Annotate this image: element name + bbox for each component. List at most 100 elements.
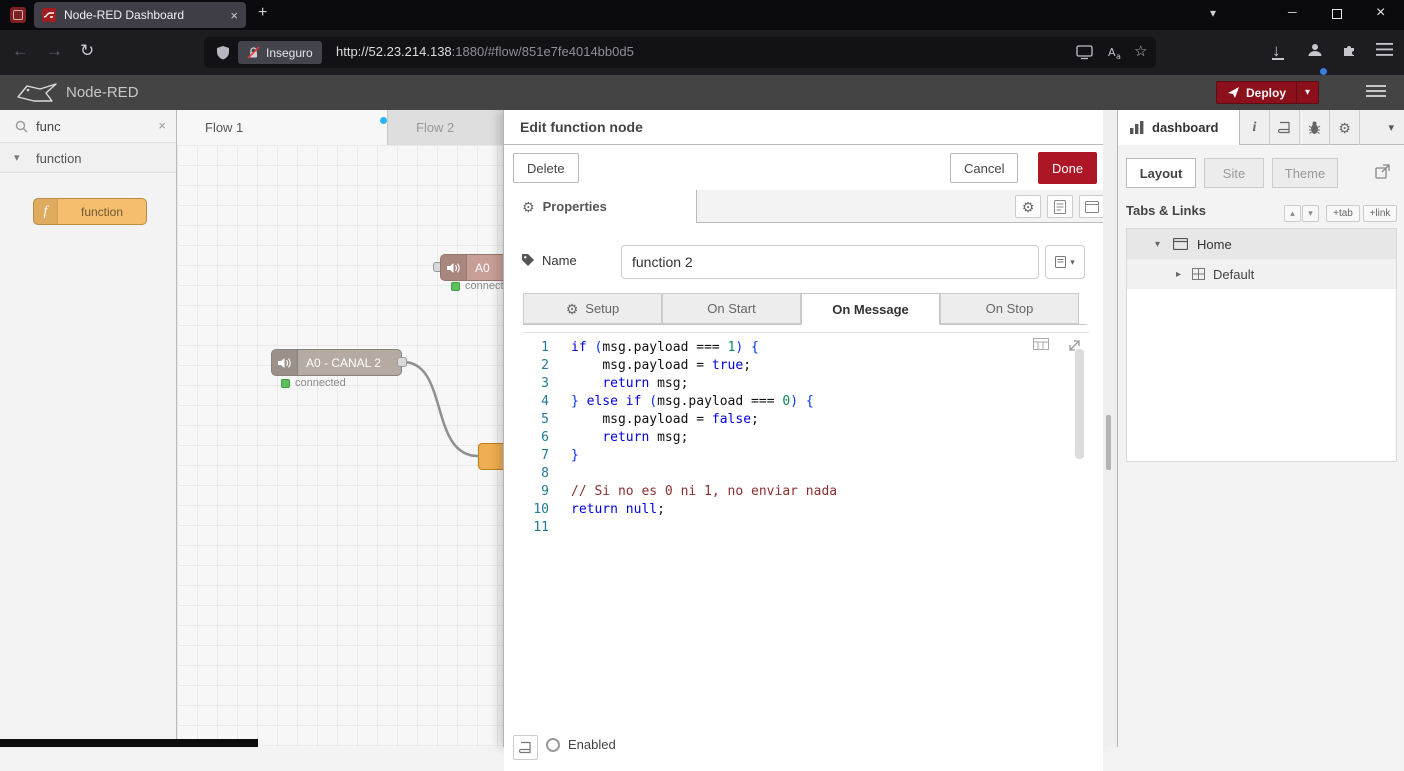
splitter-handle[interactable]: [1106, 415, 1111, 470]
code-text: return msg;: [571, 429, 688, 447]
editor-scrollbar[interactable]: [1075, 349, 1084, 459]
expand-chevron-icon[interactable]: ▸: [1176, 269, 1181, 280]
collapse-chevron-icon[interactable]: ▾: [1155, 239, 1160, 250]
move-down-button[interactable]: ▾: [1302, 205, 1319, 222]
translate-icon[interactable]: Aa: [1106, 44, 1123, 60]
bar-chart-icon: [1130, 121, 1144, 134]
library-button[interactable]: [513, 735, 538, 760]
palette-search[interactable]: func ×: [0, 110, 176, 143]
delete-button[interactable]: Delete: [513, 153, 579, 183]
category-chevron-icon[interactable]: ▾: [14, 151, 20, 164]
menu-hamburger-icon[interactable]: [1376, 43, 1393, 56]
forward-icon[interactable]: →: [46, 41, 63, 61]
tab-setup[interactable]: ⚙ Setup: [523, 293, 662, 324]
node-settings-button[interactable]: ⚙: [1015, 195, 1041, 218]
code-line[interactable]: 8: [523, 465, 1069, 483]
window-close-button[interactable]: ×: [1376, 4, 1385, 22]
line-number: 8: [523, 465, 561, 483]
extensions-puzzle-icon[interactable]: [1341, 41, 1358, 58]
description-button[interactable]: [1047, 195, 1073, 218]
tab-list-chevron-icon[interactable]: ▾: [1210, 6, 1216, 20]
open-dashboard-external-icon[interactable]: [1375, 164, 1390, 179]
flow-node-canal2[interactable]: A0 - CANAL 2: [271, 349, 402, 376]
url-bar[interactable]: Inseguro http://52.23.214.138:1880/#flow…: [204, 37, 1156, 68]
tree-item-default[interactable]: ▸ Default: [1127, 259, 1396, 289]
palette-search-value[interactable]: func: [36, 119, 61, 134]
subtab-site[interactable]: Site: [1204, 158, 1264, 188]
code-line[interactable]: 4} else if (msg.payload === 0) {: [523, 393, 1069, 411]
security-chip[interactable]: Inseguro: [238, 41, 322, 64]
node-output-port[interactable]: [397, 357, 407, 367]
flow-tab-1[interactable]: Flow 1: [177, 110, 388, 145]
tab-on-start[interactable]: On Start: [662, 293, 801, 324]
nodered-menu-icon[interactable]: [1366, 85, 1386, 100]
tab-label: Setup: [585, 301, 619, 316]
code-line[interactable]: 3 return msg;: [523, 375, 1069, 393]
tab-on-stop[interactable]: On Stop: [940, 293, 1079, 324]
url-text[interactable]: http://52.23.214.138:1880/#flow/851e7fe4…: [336, 44, 634, 59]
code-line[interactable]: 5 msg.payload = false;: [523, 411, 1069, 429]
dashboard-tab-icon: [1173, 238, 1188, 250]
code-line[interactable]: 2 msg.payload = true;: [523, 357, 1069, 375]
reload-icon[interactable]: ↻: [80, 41, 94, 61]
browser-tab[interactable]: Node-RED Dashboard ×: [34, 2, 246, 28]
status-dot-icon: [451, 282, 460, 291]
sidebar-tabs-chevron-icon[interactable]: ▾: [1388, 121, 1394, 134]
subtab-layout[interactable]: Layout: [1126, 158, 1196, 188]
line-number: 1: [523, 339, 561, 357]
bug-icon: [1308, 121, 1321, 135]
tab-info[interactable]: i: [1240, 110, 1270, 145]
tab-dashboard[interactable]: dashboard: [1118, 110, 1240, 145]
done-button[interactable]: Done: [1038, 152, 1097, 184]
wire[interactable]: [403, 362, 478, 456]
function-editor-tabs: ⚙ Setup On Start On Message On Stop: [523, 293, 1087, 325]
new-tab-button[interactable]: +: [258, 4, 267, 22]
tab-close-icon[interactable]: ×: [230, 8, 238, 23]
tree-item-home[interactable]: ▾ Home: [1127, 229, 1396, 259]
sidebar-tab-bar: dashboard i ⚙ ▾: [1118, 110, 1404, 145]
shield-icon[interactable]: [216, 45, 230, 60]
code-line[interactable]: 1if (msg.payload === 1) {: [523, 339, 1069, 357]
cancel-button[interactable]: Cancel: [950, 153, 1018, 183]
firefox-view-icon[interactable]: [10, 7, 26, 23]
enabled-toggle[interactable]: Enabled: [546, 737, 616, 752]
speaker-icon: [272, 350, 298, 375]
search-clear-icon[interactable]: ×: [158, 118, 166, 133]
sidebar-splitter[interactable]: [1103, 110, 1117, 747]
account-icon[interactable]: [1306, 41, 1324, 59]
tab-debug[interactable]: [1300, 110, 1330, 145]
monitor-icon[interactable]: [1076, 44, 1093, 60]
caret-down-icon: ▾: [1070, 257, 1075, 268]
palette-category-function[interactable]: ▾ function: [0, 143, 176, 173]
code-editor[interactable]: 1if (msg.payload === 1) {2 msg.payload =…: [523, 332, 1089, 724]
tab-on-message[interactable]: On Message: [801, 293, 940, 325]
code-line[interactable]: 10return null;: [523, 501, 1069, 519]
code-line[interactable]: 6 return msg;: [523, 429, 1069, 447]
code-line[interactable]: 7}: [523, 447, 1069, 465]
subtab-theme[interactable]: Theme: [1272, 158, 1338, 188]
window-minimize-button[interactable]: ─: [1288, 5, 1297, 19]
download-icon[interactable]: ↓: [1272, 41, 1284, 60]
tab-config[interactable]: ⚙: [1330, 110, 1360, 145]
move-up-button[interactable]: ▴: [1284, 205, 1301, 222]
palette-node-function[interactable]: f function: [33, 198, 147, 225]
name-field-label: Name: [542, 253, 577, 268]
back-icon[interactable]: ←: [12, 41, 29, 61]
add-tab-button[interactable]: +tab: [1326, 205, 1360, 222]
node-label: A0: [467, 261, 490, 275]
svg-text:A: A: [1108, 46, 1116, 59]
code-line[interactable]: 9// Si no es 0 ni 1, no enviar nada: [523, 483, 1069, 501]
label-style-button[interactable]: ▾: [1045, 245, 1085, 279]
tab-properties[interactable]: ⚙ Properties: [504, 190, 697, 223]
document-icon: [1054, 200, 1066, 214]
code-line[interactable]: 11: [523, 519, 1069, 537]
window-maximize-button[interactable]: [1332, 9, 1342, 19]
deploy-caret-icon[interactable]: ▾: [1296, 82, 1318, 103]
tab-help[interactable]: [1270, 110, 1300, 145]
appearance-button[interactable]: [1079, 195, 1105, 218]
bookmark-star-icon[interactable]: ☆: [1134, 42, 1147, 60]
deploy-button[interactable]: Deploy ▾: [1216, 81, 1319, 104]
line-number: 11: [523, 519, 561, 537]
add-link-button[interactable]: +link: [1363, 205, 1397, 222]
name-input[interactable]: [621, 245, 1039, 279]
